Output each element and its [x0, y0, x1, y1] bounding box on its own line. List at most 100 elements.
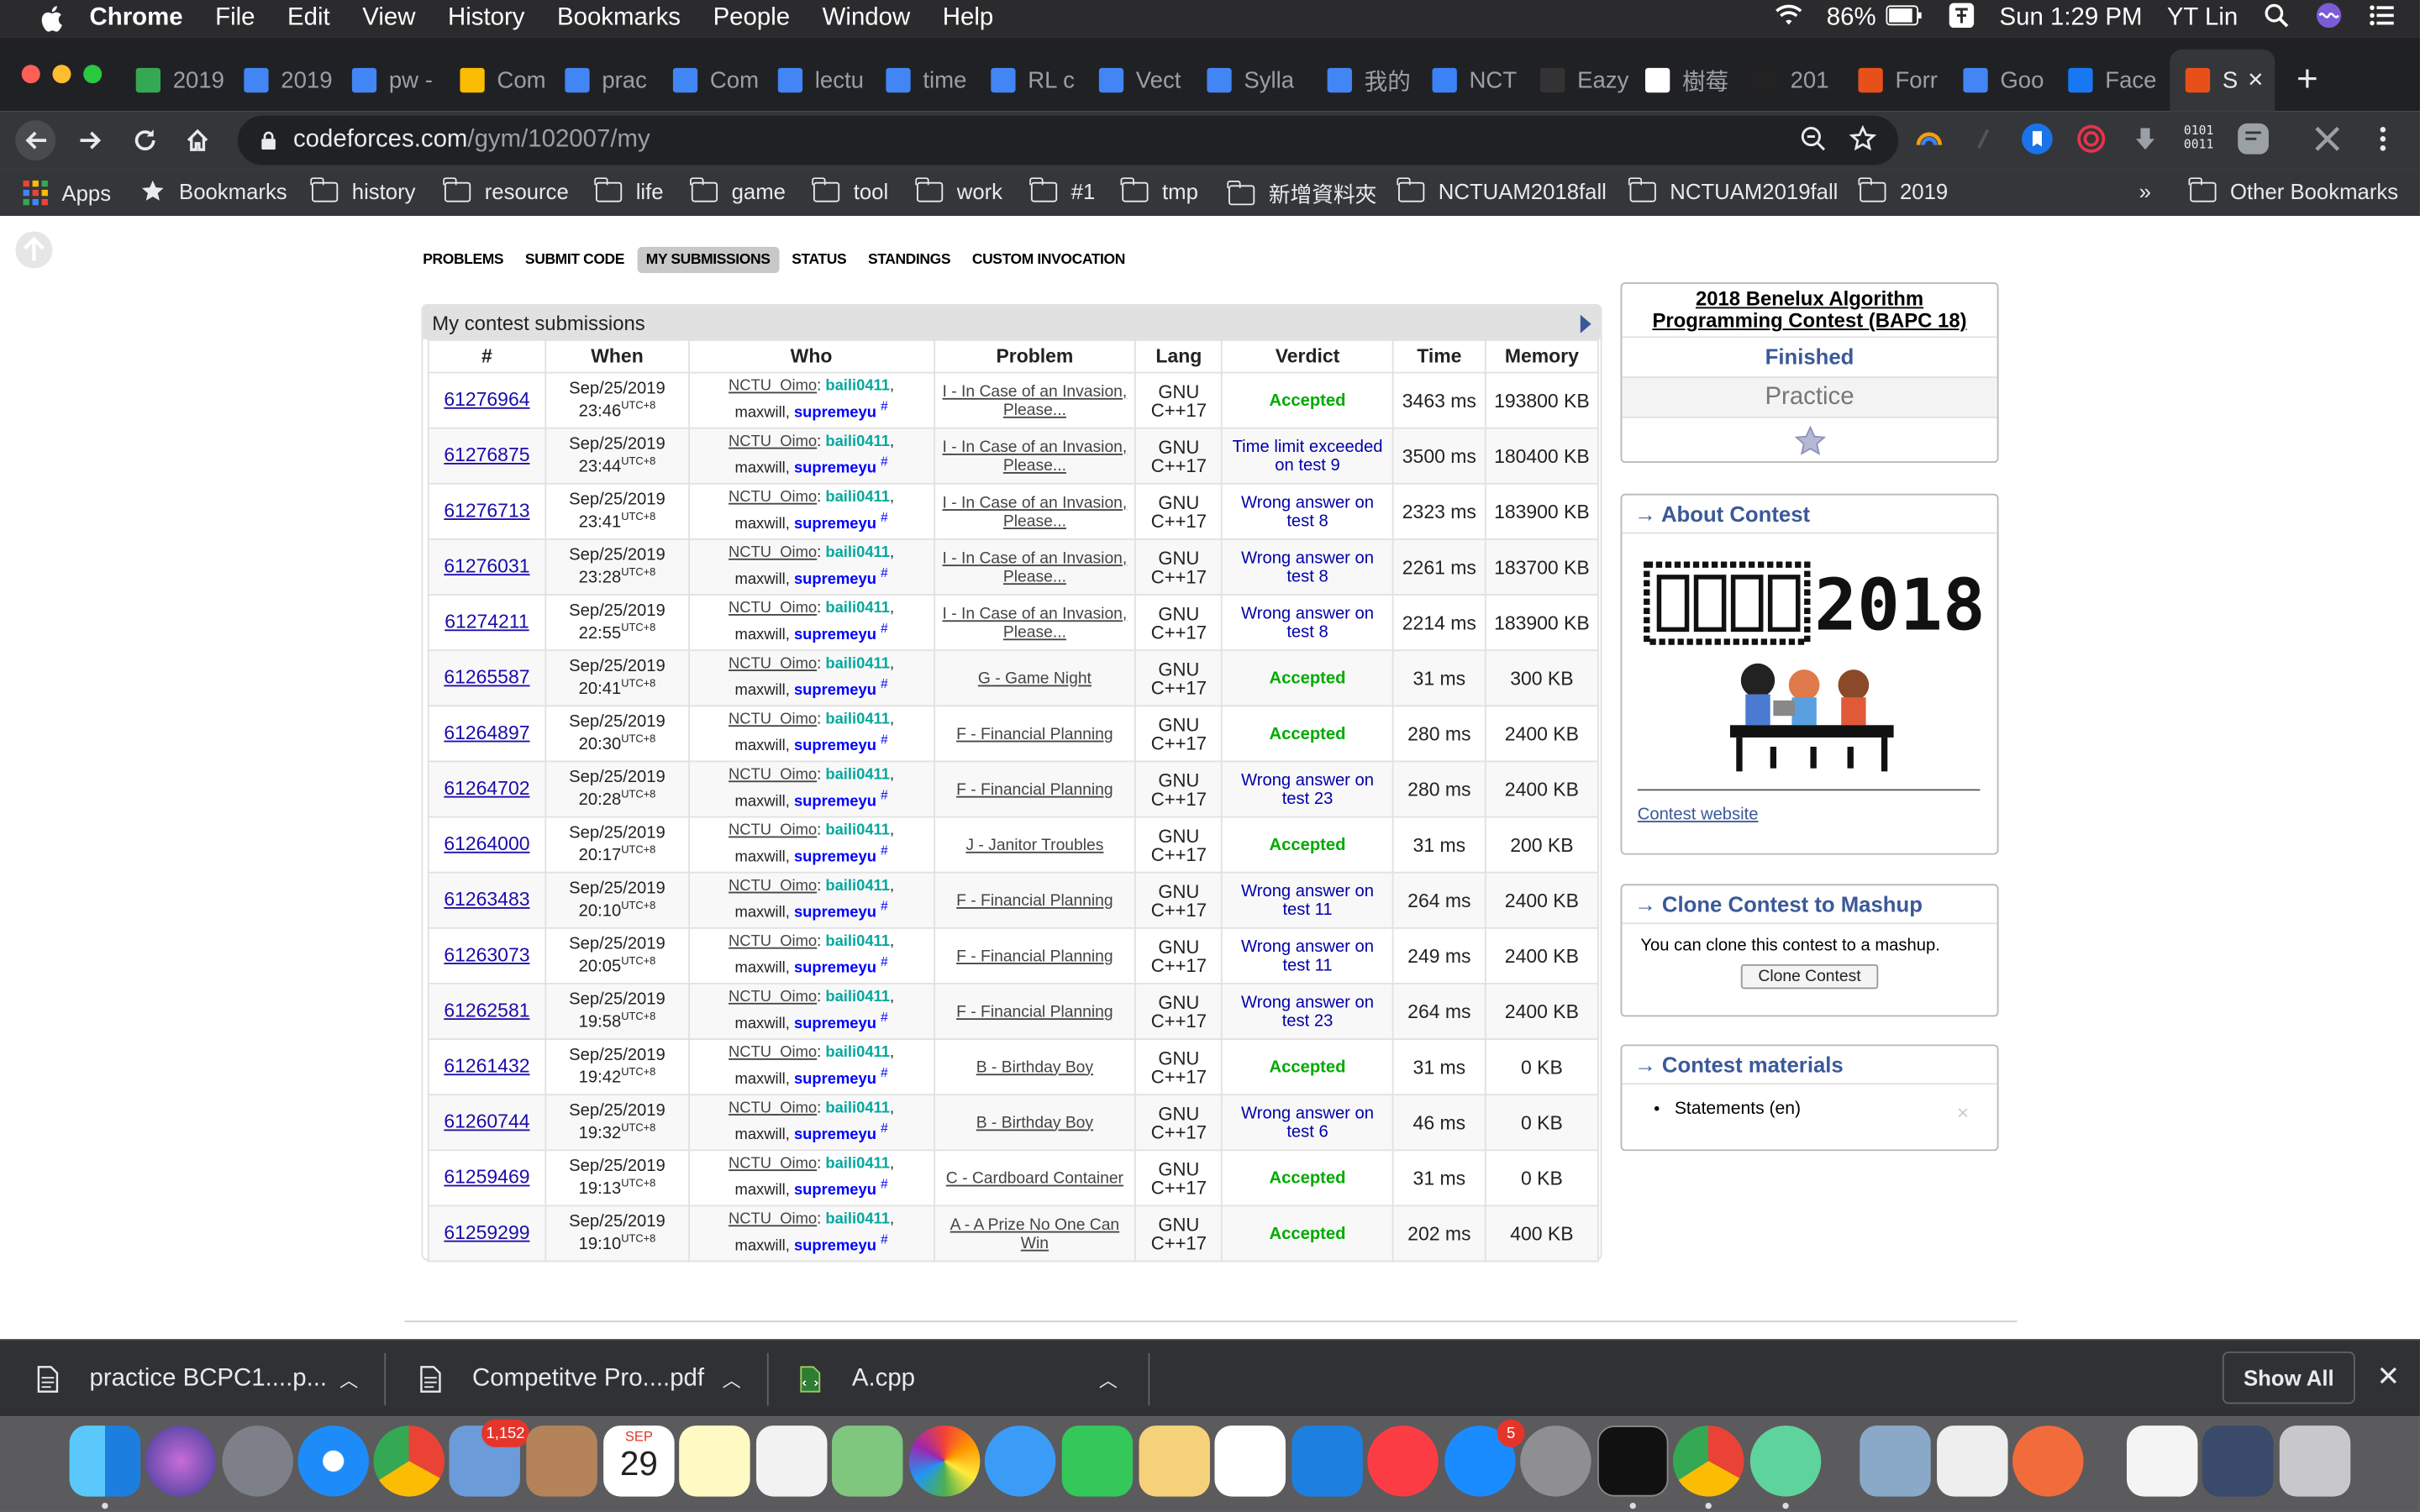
calendar-icon[interactable]: SEP 29 — [603, 1425, 675, 1497]
submission-id-link[interactable]: 61276031 — [444, 555, 529, 577]
chrome-icon[interactable] — [373, 1425, 445, 1497]
problem-link[interactable]: I - In Case of an Invasion, Please... — [943, 438, 1128, 475]
member-link[interactable]: baili0411 — [825, 544, 890, 561]
submission-id-link[interactable]: 61263483 — [444, 889, 529, 911]
atom-icon[interactable] — [1749, 1425, 1822, 1497]
show-all-downloads-button[interactable]: Show All — [2222, 1351, 2355, 1404]
close-downloads-icon[interactable]: ✕ — [2377, 1361, 2401, 1394]
bookmark-folder[interactable]: game — [690, 176, 786, 203]
siri-icon[interactable] — [2315, 1, 2343, 36]
member-link[interactable]: baili0411 — [825, 989, 890, 1005]
close-window-button[interactable] — [21, 65, 40, 84]
member-link[interactable]: baili0411 — [825, 822, 890, 839]
team-link[interactable]: NCTU_Oimo — [729, 1155, 817, 1172]
menu-file[interactable]: File — [215, 5, 255, 33]
documents-stack-icon[interactable] — [2126, 1425, 2198, 1497]
music-icon[interactable] — [1367, 1425, 1439, 1497]
wifi-icon[interactable] — [1774, 1, 1802, 36]
bookmark-folder[interactable]: NCTUAM2019fall — [1628, 176, 1838, 203]
team-link[interactable]: NCTU_Oimo — [729, 933, 817, 950]
extension-chat-icon[interactable] — [2238, 123, 2269, 155]
submission-id-link[interactable]: 61259299 — [444, 1222, 529, 1244]
member-link[interactable]: baili0411 — [825, 600, 890, 617]
launchpad-icon[interactable] — [222, 1425, 293, 1497]
submission-id-link[interactable]: 61274211 — [445, 611, 529, 633]
bookmark-other[interactable]: Other Bookmarks — [2189, 176, 2398, 203]
zoom-icon[interactable] — [1800, 125, 1828, 153]
bookmark-folder[interactable]: 新增資料夾 — [1227, 179, 1376, 210]
battery-percent[interactable]: 86% — [1827, 5, 1876, 33]
submission-id-link[interactable]: 61260744 — [444, 1110, 529, 1132]
clone-contest-button[interactable]: Clone Contest — [1741, 963, 1878, 990]
extension-puzzle-icon[interactable] — [2312, 123, 2343, 155]
menu-edit[interactable]: Edit — [287, 5, 330, 33]
safari-icon[interactable] — [297, 1425, 369, 1497]
tab[interactable]: 201 — [1753, 50, 1845, 111]
tab[interactable]: Forr — [1858, 50, 1950, 111]
submission-id-link[interactable]: 61265587 — [444, 666, 529, 688]
member-link[interactable]: supremeyu — [794, 1182, 876, 1199]
problem-link[interactable]: A - A Prize No One Can Win — [950, 1215, 1120, 1252]
team-link[interactable]: NCTU_Oimo — [729, 711, 817, 727]
tab[interactable]: Com — [672, 50, 765, 111]
photos-icon[interactable] — [908, 1425, 981, 1497]
problem-link[interactable]: I - In Case of an Invasion, Please... — [943, 382, 1128, 419]
submission-id-link[interactable]: 61276875 — [444, 444, 529, 466]
clock[interactable]: Sun 1:29 PM — [2000, 5, 2143, 33]
problem-link[interactable]: C - Cardboard Container — [946, 1168, 1123, 1187]
bookmark-star-icon[interactable] — [1849, 124, 1877, 153]
nav-my-submissions[interactable]: MY SUBMISSIONS — [636, 246, 780, 274]
pages-icon[interactable] — [1139, 1425, 1210, 1497]
tab[interactable]: 2019 — [135, 50, 229, 111]
submission-id-link[interactable]: 61263073 — [444, 944, 529, 966]
bookmark-folder[interactable]: NCTUAM2018fall — [1397, 176, 1607, 203]
problem-link[interactable]: F - Financial Planning — [956, 780, 1113, 798]
new-tab-button[interactable]: + — [2296, 61, 2318, 98]
extension-bookmark-icon[interactable] — [2022, 123, 2053, 155]
member-link[interactable]: supremeyu — [794, 571, 876, 588]
problem-link[interactable]: F - Financial Planning — [956, 891, 1113, 910]
team-link[interactable]: NCTU_Oimo — [729, 878, 817, 895]
minimize-window-button[interactable] — [52, 65, 71, 84]
member-link[interactable]: supremeyu — [794, 516, 876, 533]
contacts-icon[interactable] — [526, 1425, 597, 1497]
bookmarks-overflow-button[interactable]: » — [2139, 179, 2151, 203]
member-link[interactable]: baili0411 — [825, 1210, 890, 1227]
bookmark-folder[interactable]: work — [915, 176, 1002, 203]
chevron-up-icon[interactable]: ︿ — [723, 1366, 741, 1392]
contest-name[interactable]: 2018 Benelux Algorithm Programming Conte… — [1622, 284, 1997, 339]
team-link[interactable]: NCTU_Oimo — [729, 600, 817, 617]
menu-window[interactable]: Window — [823, 5, 911, 33]
bookmark-apps[interactable]: Apps — [22, 179, 111, 207]
problem-link[interactable]: B - Birthday Boy — [976, 1058, 1093, 1076]
member-link[interactable]: supremeyu — [794, 905, 876, 921]
tab[interactable]: Face — [2068, 50, 2160, 111]
team-link[interactable]: NCTU_Oimo — [729, 822, 817, 839]
menu-history[interactable]: History — [448, 5, 524, 33]
trash-icon[interactable] — [2279, 1425, 2351, 1497]
tab[interactable]: RL c — [991, 50, 1083, 111]
chevron-up-icon[interactable]: ︿ — [1099, 1366, 1118, 1392]
team-link[interactable]: NCTU_Oimo — [729, 767, 817, 784]
member-link[interactable]: supremeyu — [794, 682, 876, 699]
download-item[interactable]: practice BCPC1....p... ︿ — [37, 1341, 358, 1418]
download-item[interactable]: A.cpp ︿ — [799, 1341, 1118, 1418]
member-link[interactable]: supremeyu — [794, 627, 876, 643]
app-store-icon[interactable]: 5 — [1444, 1419, 1525, 1497]
close-tab-icon[interactable]: ✕ — [2247, 68, 2264, 92]
chrome-menu-icon[interactable] — [2367, 123, 2398, 155]
member-link[interactable]: supremeyu — [794, 738, 876, 754]
spotlight-icon[interactable] — [2263, 1, 2291, 36]
textedit-icon[interactable] — [1937, 1425, 2008, 1497]
team-link[interactable]: NCTU_Oimo — [729, 544, 817, 561]
user-name[interactable]: YT Lin — [2167, 5, 2238, 33]
bookmark-folder[interactable]: life — [594, 176, 664, 203]
submission-id-link[interactable]: 61264702 — [444, 778, 529, 800]
downloads-stack-icon[interactable] — [2202, 1425, 2274, 1497]
chrome-active-icon[interactable] — [1672, 1425, 1744, 1497]
bookmark-folder[interactable]: resource — [443, 176, 569, 203]
maps-icon[interactable] — [831, 1425, 903, 1497]
submission-id-link[interactable]: 61276964 — [444, 389, 529, 411]
tab[interactable]: Vect — [1098, 50, 1192, 111]
chevron-up-icon[interactable]: ︿ — [339, 1366, 358, 1392]
